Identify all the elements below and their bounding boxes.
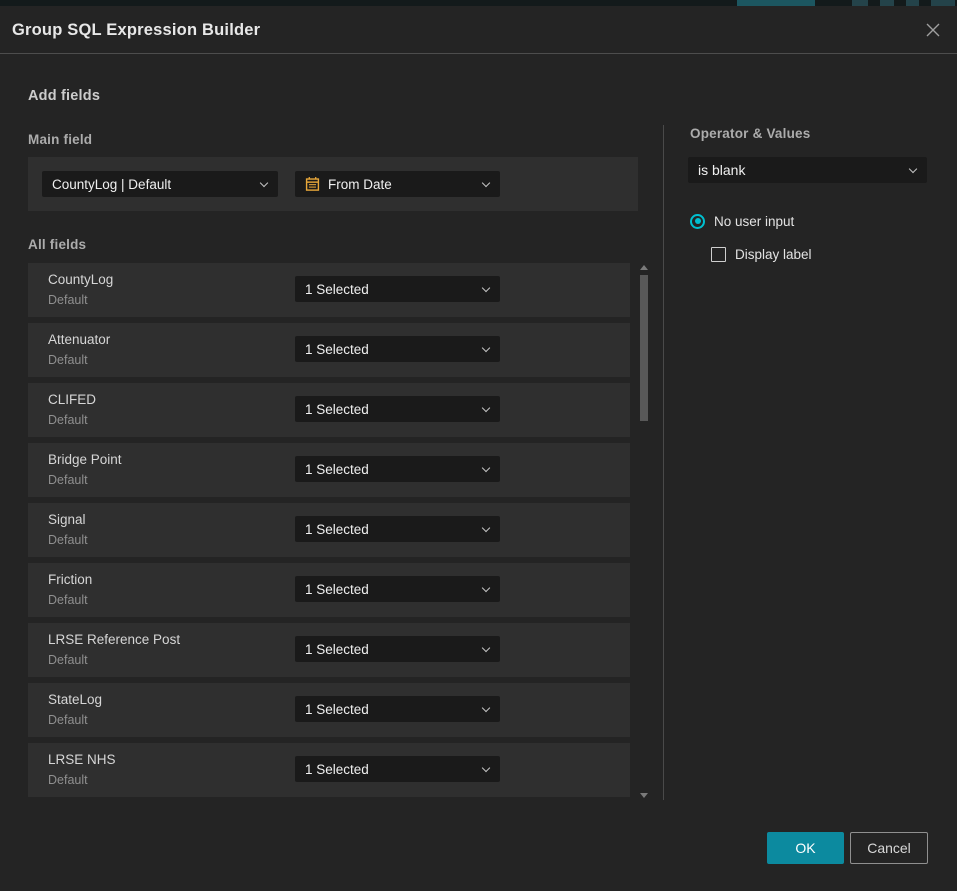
- field-values-select-value: 1 Selected: [305, 462, 369, 477]
- field-values-select[interactable]: 1 Selected: [295, 276, 500, 302]
- calendar-date-icon: [305, 176, 320, 192]
- field-source: Default: [48, 533, 88, 547]
- dialog-footer: OK Cancel: [0, 811, 957, 891]
- field-row: Attenuator Default 1 Selected: [28, 323, 630, 377]
- field-name: LRSE NHS: [48, 752, 116, 767]
- field-values-select[interactable]: 1 Selected: [295, 456, 500, 482]
- field-values-select-value: 1 Selected: [305, 282, 369, 297]
- field-row: Signal Default 1 Selected: [28, 503, 630, 557]
- chevron-down-icon: [482, 464, 490, 472]
- chevron-down-icon: [482, 284, 490, 292]
- field-values-select-value: 1 Selected: [305, 402, 369, 417]
- screen: Group SQL Expression Builder Add fields …: [0, 0, 957, 891]
- close-button[interactable]: [917, 14, 949, 46]
- checkbox-unchecked-icon[interactable]: [711, 247, 726, 262]
- all-fields-label: All fields: [28, 237, 86, 252]
- field-values-select[interactable]: 1 Selected: [295, 636, 500, 662]
- main-layer-select[interactable]: CountyLog | Default: [42, 171, 278, 197]
- main-field-label: Main field: [28, 132, 92, 147]
- chevron-down-icon: [482, 524, 490, 532]
- main-field-panel: CountyLog | Default From Date: [28, 157, 638, 211]
- scroll-up-arrow-icon[interactable]: [640, 265, 648, 270]
- field-values-select-value: 1 Selected: [305, 762, 369, 777]
- chevron-down-icon: [260, 179, 268, 187]
- field-name: Bridge Point: [48, 452, 122, 467]
- chevron-down-icon: [482, 764, 490, 772]
- field-name: CountyLog: [48, 272, 113, 287]
- operator-values-label: Operator & Values: [690, 126, 810, 141]
- field-values-select[interactable]: 1 Selected: [295, 576, 500, 602]
- field-values-select-value: 1 Selected: [305, 582, 369, 597]
- radio-selected-icon[interactable]: [690, 214, 705, 229]
- scroll-down-arrow-icon[interactable]: [640, 793, 648, 798]
- field-name: CLIFED: [48, 392, 96, 407]
- operator-select[interactable]: is blank: [688, 157, 927, 183]
- cancel-button[interactable]: Cancel: [850, 832, 928, 864]
- field-name: Attenuator: [48, 332, 110, 347]
- chevron-down-icon: [482, 179, 490, 187]
- scrollbar-thumb[interactable]: [640, 275, 648, 421]
- field-row: CLIFED Default 1 Selected: [28, 383, 630, 437]
- main-layer-select-value: CountyLog | Default: [52, 177, 171, 192]
- field-values-select[interactable]: 1 Selected: [295, 696, 500, 722]
- field-source: Default: [48, 713, 88, 727]
- field-values-select-value: 1 Selected: [305, 702, 369, 717]
- field-values-select[interactable]: 1 Selected: [295, 336, 500, 362]
- display-label-option[interactable]: Display label: [711, 246, 812, 262]
- field-row: StateLog Default 1 Selected: [28, 683, 630, 737]
- field-source: Default: [48, 653, 88, 667]
- chevron-down-icon: [909, 165, 917, 173]
- dialog-header: Group SQL Expression Builder: [0, 6, 957, 54]
- chevron-down-icon: [482, 584, 490, 592]
- field-values-select[interactable]: 1 Selected: [295, 516, 500, 542]
- field-row: LRSE NHS Default 1 Selected: [28, 743, 630, 797]
- field-source: Default: [48, 593, 88, 607]
- field-source: Default: [48, 413, 88, 427]
- chevron-down-icon: [482, 404, 490, 412]
- chevron-down-icon: [482, 344, 490, 352]
- field-values-select[interactable]: 1 Selected: [295, 396, 500, 422]
- field-source: Default: [48, 773, 88, 787]
- all-fields-list: CountyLog Default 1 Selected Attenuator …: [28, 263, 630, 800]
- field-row: CountyLog Default 1 Selected: [28, 263, 630, 317]
- field-row: Friction Default 1 Selected: [28, 563, 630, 617]
- field-source: Default: [48, 473, 88, 487]
- sql-expression-builder-dialog: Group SQL Expression Builder Add fields …: [0, 6, 957, 891]
- field-name: StateLog: [48, 692, 102, 707]
- field-source: Default: [48, 293, 88, 307]
- field-name: Signal: [48, 512, 86, 527]
- field-values-select-value: 1 Selected: [305, 642, 369, 657]
- display-label-label[interactable]: Display label: [735, 247, 812, 262]
- field-values-select[interactable]: 1 Selected: [295, 756, 500, 782]
- close-icon: [925, 22, 941, 38]
- field-values-select-value: 1 Selected: [305, 522, 369, 537]
- operator-select-value: is blank: [698, 162, 745, 178]
- field-name: Friction: [48, 572, 92, 587]
- field-row: Bridge Point Default 1 Selected: [28, 443, 630, 497]
- no-user-input-option[interactable]: No user input: [690, 213, 794, 229]
- field-source: Default: [48, 353, 88, 367]
- fields-scrollbar[interactable]: [639, 263, 649, 800]
- ok-button[interactable]: OK: [767, 832, 844, 864]
- main-field-select[interactable]: From Date: [295, 171, 500, 197]
- chevron-down-icon: [482, 644, 490, 652]
- panel-divider: [663, 125, 664, 800]
- main-field-select-value: From Date: [328, 177, 392, 192]
- chevron-down-icon: [482, 704, 490, 712]
- no-user-input-label[interactable]: No user input: [714, 214, 794, 229]
- field-row: LRSE Reference Post Default 1 Selected: [28, 623, 630, 677]
- dialog-title: Group SQL Expression Builder: [12, 6, 260, 54]
- add-fields-heading: Add fields: [28, 88, 100, 104]
- field-name: LRSE Reference Post: [48, 632, 180, 647]
- field-values-select-value: 1 Selected: [305, 342, 369, 357]
